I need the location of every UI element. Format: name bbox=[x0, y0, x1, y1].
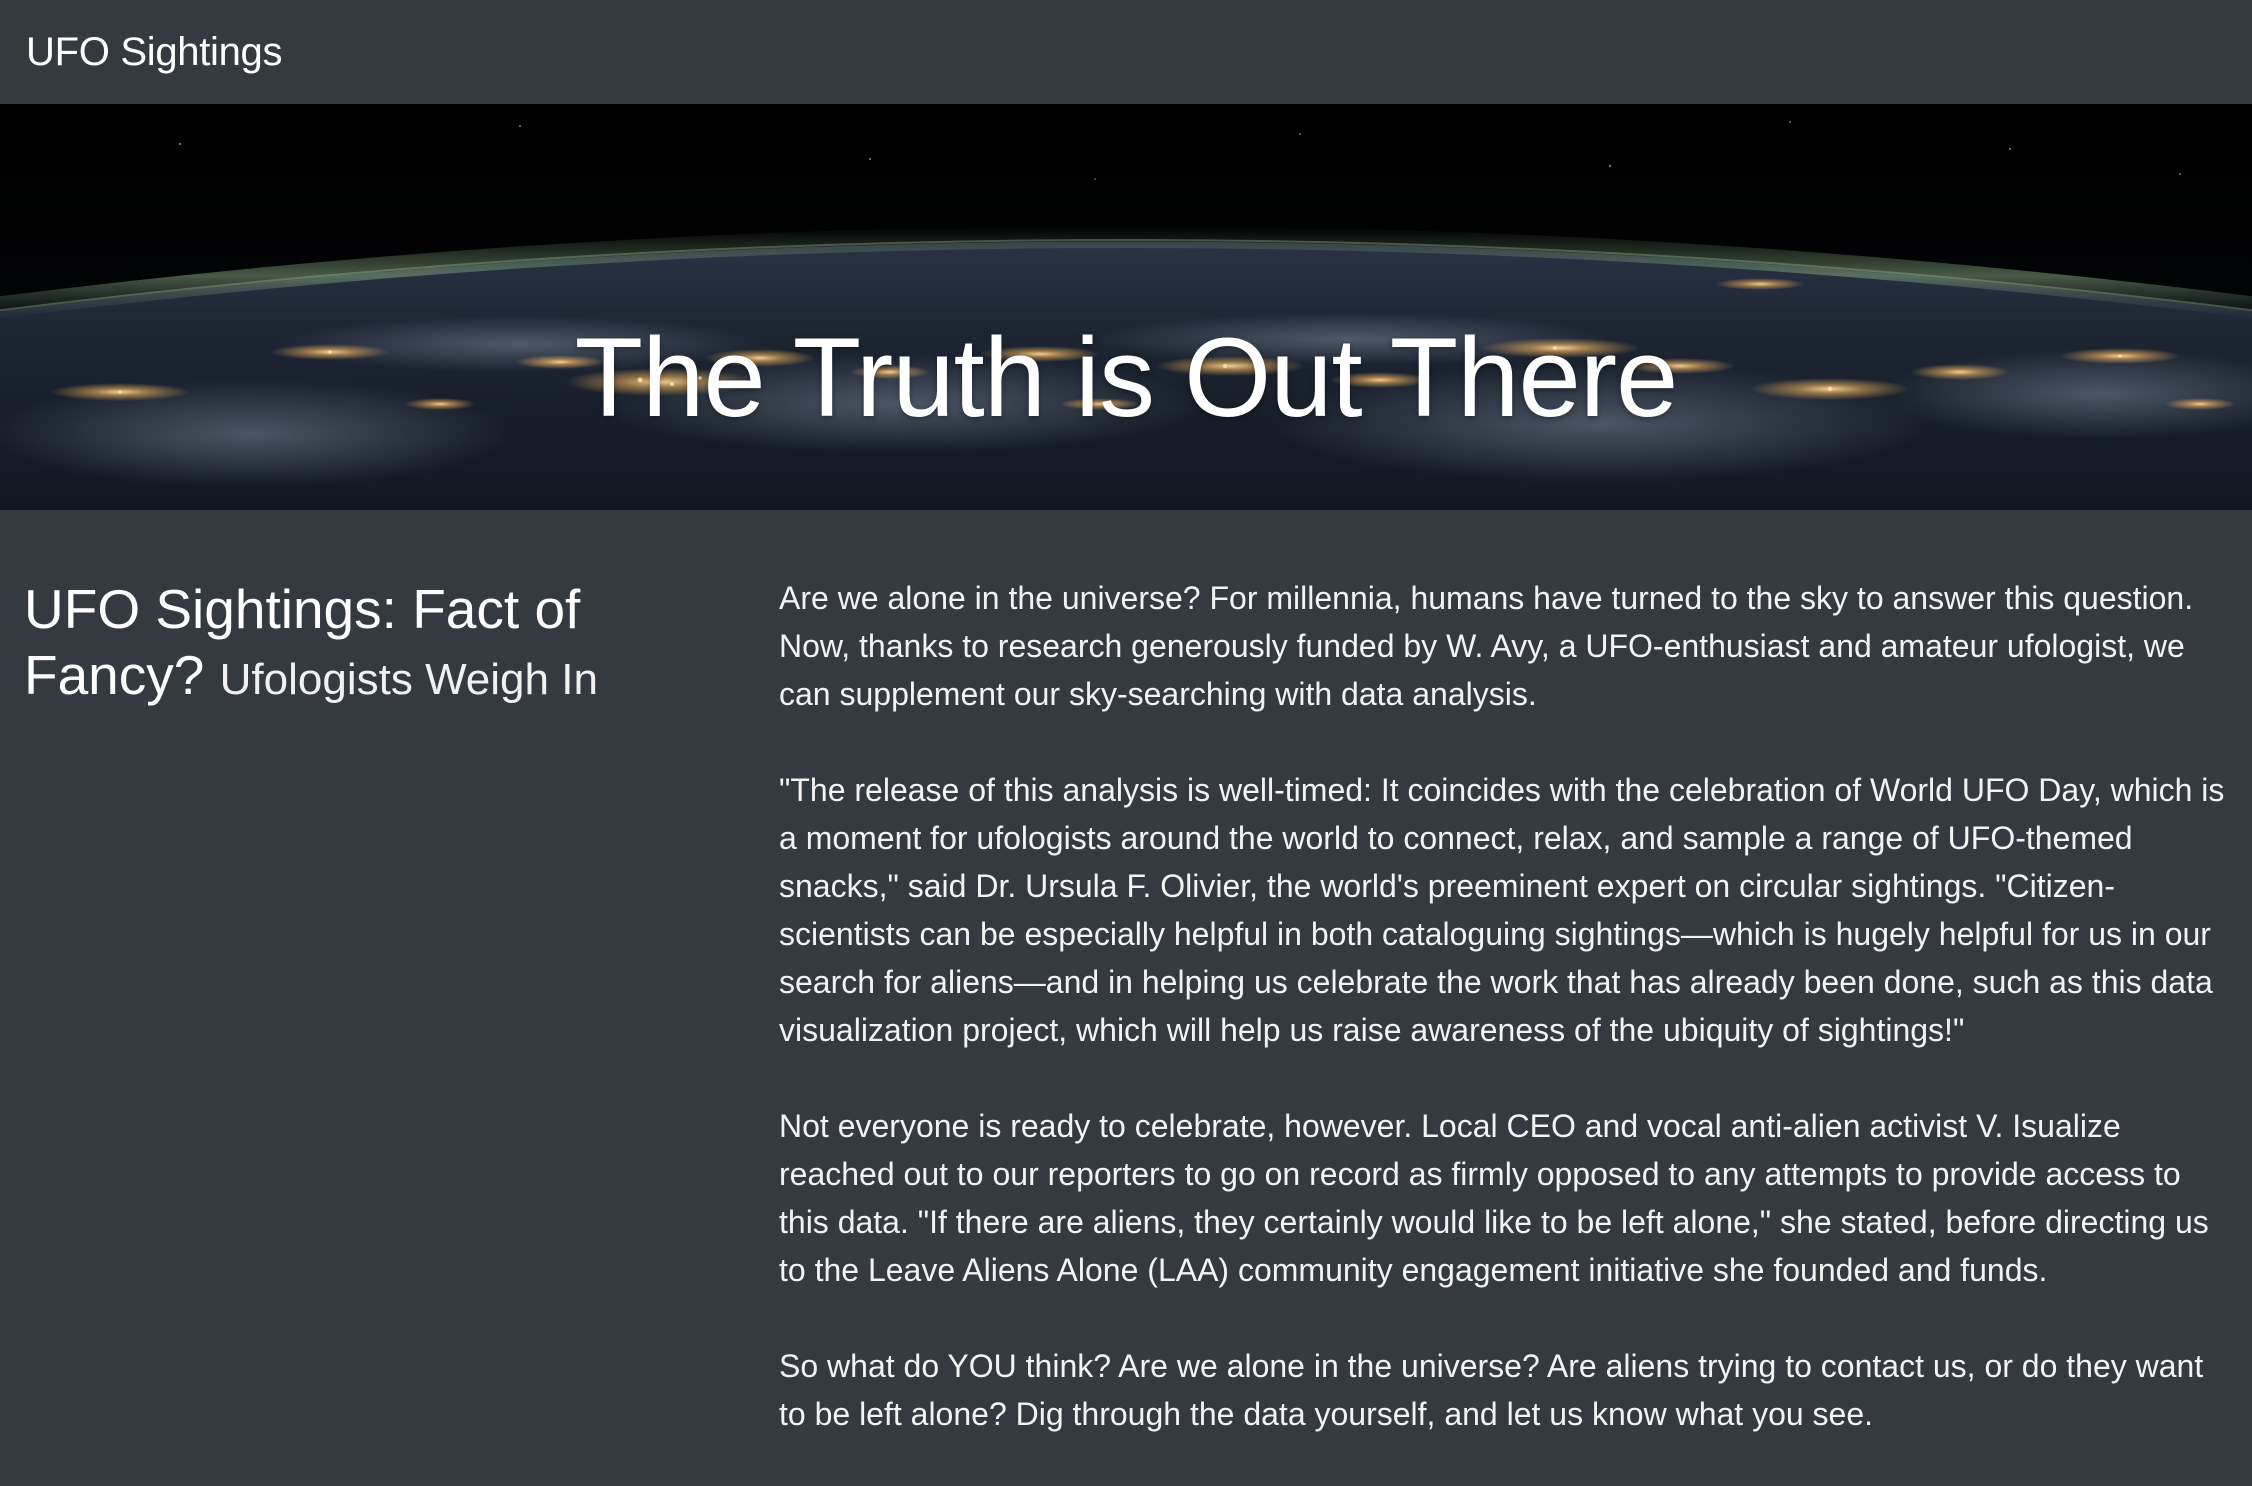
article-heading: UFO Sightings: Fact of Fancy? Ufologists… bbox=[24, 576, 704, 713]
article-paragraph: Are we alone in the universe? For millen… bbox=[779, 580, 2194, 712]
navbar: UFO Sightings bbox=[0, 0, 2252, 104]
hero-title: The Truth is Out There bbox=[574, 314, 1679, 440]
article-subheading: Ufologists Weigh In bbox=[219, 655, 598, 704]
article-paragraph: Not everyone is ready to celebrate, howe… bbox=[779, 1108, 2209, 1288]
article-paragraph: So what do YOU think? Are we alone in th… bbox=[779, 1348, 2204, 1432]
article-paragraph: "The release of this analysis is well-ti… bbox=[779, 772, 2225, 1048]
navbar-brand-link[interactable]: UFO Sightings bbox=[26, 30, 283, 75]
article-body: Are we alone in the universe? For millen… bbox=[779, 574, 2229, 1486]
main-content: UFO Sightings: Fact of Fancy? Ufologists… bbox=[0, 510, 2252, 1432]
hero-banner: The Truth is Out There bbox=[0, 104, 2252, 510]
